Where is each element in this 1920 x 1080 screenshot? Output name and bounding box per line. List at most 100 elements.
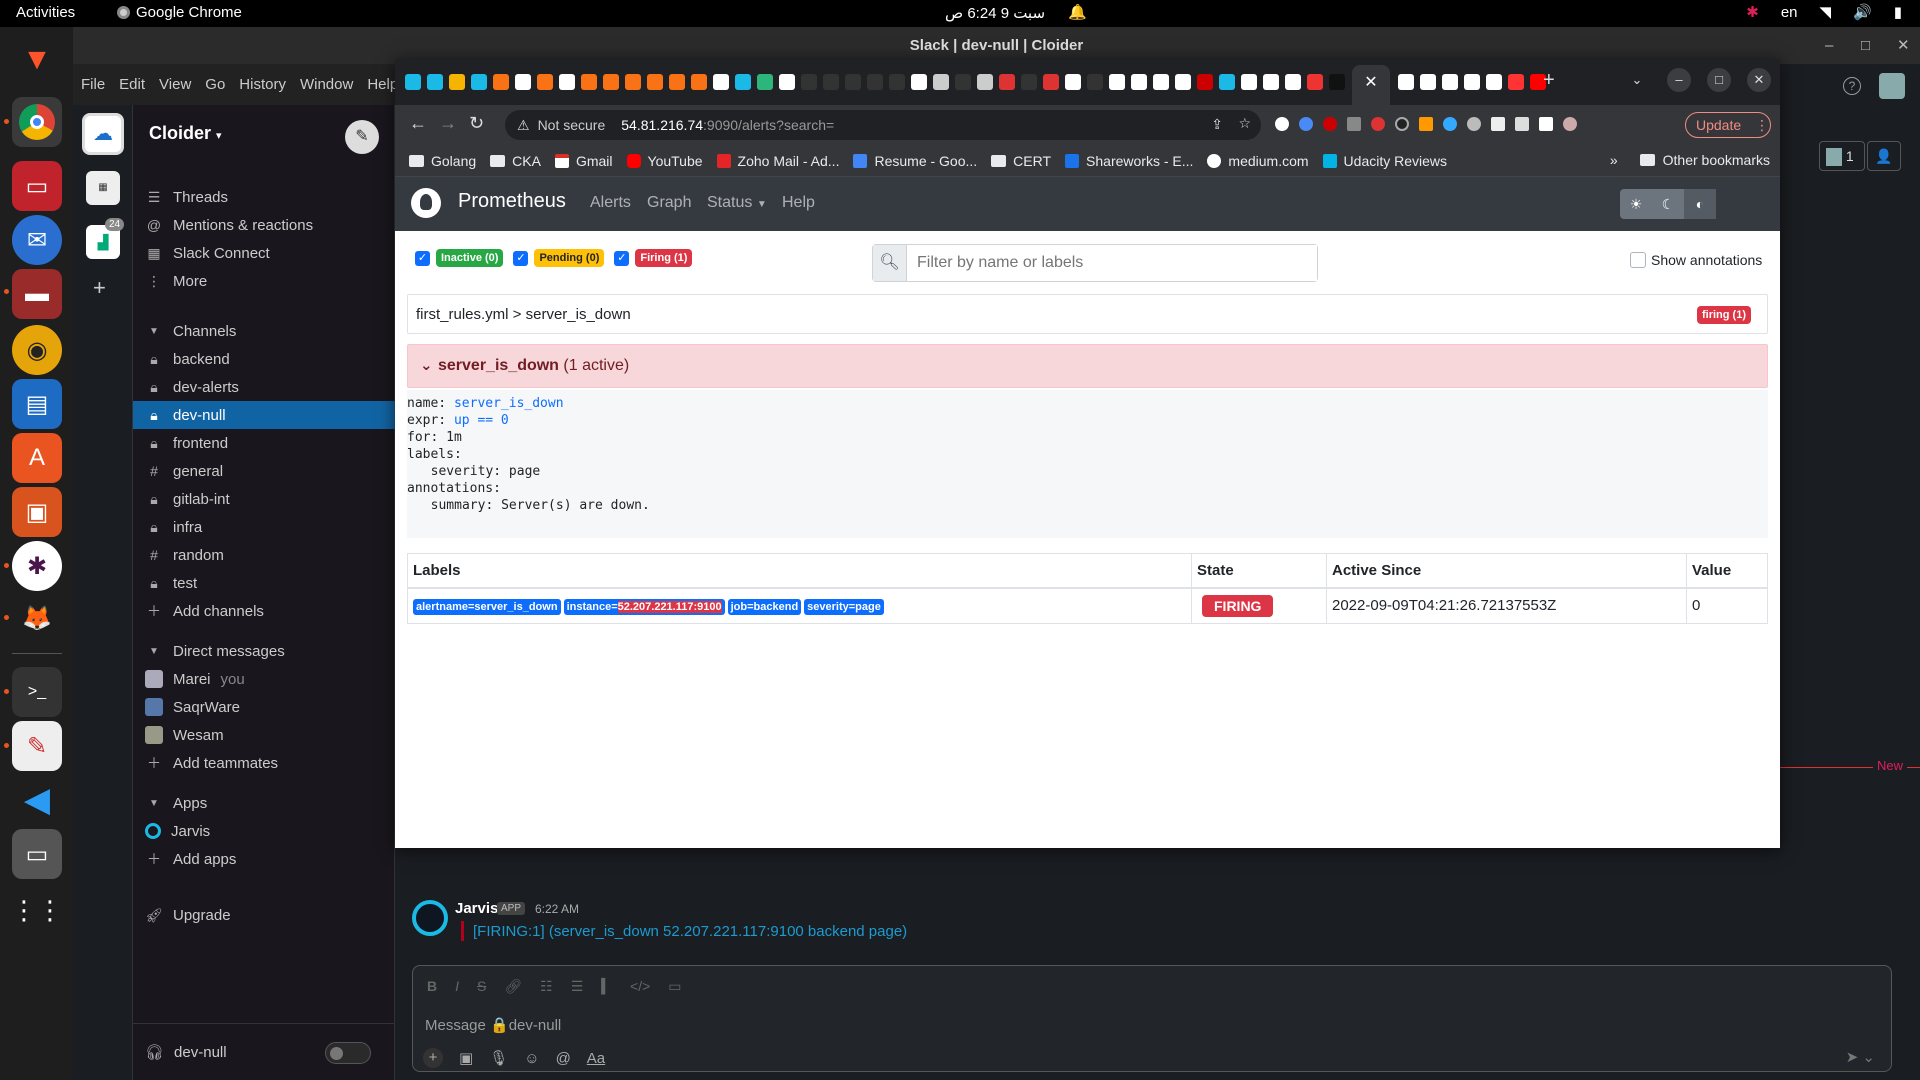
strike-icon[interactable]: S <box>477 978 486 995</box>
rhythmbox-icon[interactable]: ◉ <box>12 325 62 375</box>
bookmark-cert[interactable]: CERT <box>991 153 1051 169</box>
side-panel-icon[interactable] <box>1539 117 1553 131</box>
share-icon[interactable]: ⇪ <box>1211 116 1223 133</box>
puzzle-icon[interactable] <box>1491 117 1505 131</box>
nav-status[interactable]: Status ▼ <box>707 194 767 212</box>
minimize-button[interactable]: – <box>1667 68 1691 92</box>
sidebar-item-gitlab-int[interactable]: 🔒︎ gitlab-int <box>133 485 395 513</box>
bookmark-cka[interactable]: CKA <box>490 153 541 169</box>
sidebar-item-dev-alerts[interactable]: 🔒︎ dev-alerts <box>133 373 395 401</box>
alert-rule-header[interactable]: ⌄ server_is_down (1 active) <box>407 344 1768 388</box>
tab-favicon-icon[interactable] <box>405 74 421 90</box>
tab-favicon-icon[interactable] <box>427 74 443 90</box>
tab-favicon-icon[interactable] <box>1486 74 1502 90</box>
minimize-button[interactable]: – <box>1825 27 1833 64</box>
extension-icon[interactable] <box>1323 117 1337 131</box>
gimp-icon[interactable]: 🦊 <box>12 593 62 643</box>
rule-name-link[interactable]: server_is_down <box>454 396 564 411</box>
prometheus-brand[interactable]: Prometheus <box>458 190 566 213</box>
pending-badge[interactable]: Pending (0) <box>534 249 605 267</box>
show-apps-icon[interactable]: ⋮⋮ <box>11 885 63 935</box>
add-teammates-button[interactable]: ＋ Add teammates <box>133 749 395 777</box>
tab-favicon-icon[interactable] <box>1307 74 1323 90</box>
menu-edit[interactable]: Edit <box>119 76 145 93</box>
rule-expr-link[interactable]: up == 0 <box>454 413 509 428</box>
code-block-icon[interactable]: ▭ <box>668 978 681 995</box>
sidebar-item-test[interactable]: 🔒︎ test <box>133 569 395 597</box>
tab-favicon-icon[interactable] <box>889 74 905 90</box>
channels-section-header[interactable]: ▼ Channels <box>133 317 395 345</box>
reload-icon[interactable]: ↻ <box>469 113 484 134</box>
close-tab-icon[interactable]: ✕ <box>1364 74 1377 91</box>
dm-section-header[interactable]: ▼ Direct messages <box>133 637 395 665</box>
prometheus-logo-icon[interactable] <box>411 188 441 218</box>
tab-favicon-icon[interactable] <box>1398 74 1414 90</box>
tab-favicon-icon[interactable] <box>669 74 685 90</box>
tab-favicon-icon[interactable] <box>449 74 465 90</box>
software-center-icon[interactable]: A <box>12 433 62 483</box>
chrome-dock-icon[interactable] <box>12 97 62 147</box>
tab-favicon-icon[interactable] <box>647 74 663 90</box>
tab-favicon-icon[interactable] <box>493 74 509 90</box>
tab-favicon-icon[interactable] <box>1464 74 1480 90</box>
bookmark-youtube[interactable]: YouTube <box>626 153 703 169</box>
dm-item-saqrware[interactable]: SaqrWare <box>133 693 395 721</box>
extension-icon[interactable] <box>1419 117 1433 131</box>
tab-favicon-icon[interactable] <box>471 74 487 90</box>
tab-favicon-icon[interactable] <box>1131 74 1147 90</box>
keyboard-layout[interactable]: en <box>1781 4 1798 21</box>
slack-dock-icon[interactable]: ✱ <box>12 541 62 591</box>
workspace-cloider-icon[interactable]: ☁ <box>82 113 124 155</box>
format-toggle-icon[interactable]: Aa <box>587 1050 605 1067</box>
close-button[interactable]: ✕ <box>1897 27 1910 64</box>
tab-favicon-icon[interactable] <box>537 74 553 90</box>
close-button[interactable]: ✕ <box>1747 68 1771 92</box>
app-item-jarvis[interactable]: Jarvis <box>133 817 395 845</box>
dm-item-marei[interactable]: Marei you <box>133 665 395 693</box>
menu-view[interactable]: View <box>159 76 191 93</box>
show-annotations-checkbox[interactable] <box>1630 252 1646 268</box>
remote-desktop-icon[interactable]: ▭ <box>12 161 62 211</box>
mic-icon[interactable]: 🎙︎ <box>489 1049 508 1067</box>
system-tray[interactable]: ✱ en ◥ 🔊 ▮ <box>1746 3 1902 22</box>
menu-file[interactable]: File <box>81 76 105 93</box>
tab-favicon-icon[interactable] <box>933 74 949 90</box>
tab-favicon-icon[interactable] <box>977 74 993 90</box>
vscode-icon[interactable]: ◀ <box>12 775 62 825</box>
tab-favicon-icon[interactable] <box>779 74 795 90</box>
activities-button[interactable]: Activities <box>16 4 75 21</box>
slack-tray-icon[interactable]: ✱ <box>1746 3 1759 21</box>
tab-favicon-icon[interactable] <box>911 74 927 90</box>
extension-icon[interactable] <box>1395 117 1409 131</box>
message-author[interactable]: Jarvis <box>455 900 498 917</box>
add-apps-button[interactable]: ＋ Add apps <box>133 845 395 873</box>
search-input[interactable] <box>907 245 1317 281</box>
extension-icon[interactable] <box>1467 117 1481 131</box>
bookmark-shareworks[interactable]: Shareworks - E... <box>1065 153 1193 169</box>
tab-favicon-icon[interactable] <box>581 74 597 90</box>
tab-favicon-icon[interactable] <box>625 74 641 90</box>
bookmark-resume[interactable]: Resume - Goo... <box>853 153 977 169</box>
mention-icon[interactable]: @ <box>556 1050 571 1067</box>
tab-favicon-icon[interactable] <box>1420 74 1436 90</box>
profile-avatar[interactable] <box>1879 73 1905 99</box>
brave-icon[interactable]: ▼ <box>12 35 62 85</box>
jarvis-avatar[interactable] <box>412 900 448 936</box>
extension-icon[interactable] <box>1347 117 1361 131</box>
sidebar-item-more[interactable]: ⋮ More <box>133 267 395 295</box>
profile-avatar[interactable] <box>1563 117 1577 131</box>
compose-icon[interactable]: ✎ <box>345 120 379 154</box>
files-icon[interactable]: ▬ <box>12 269 62 319</box>
bookmark-zoho[interactable]: Zoho Mail - Ad... <box>716 153 839 169</box>
other-bookmarks[interactable]: » Other bookmarks <box>1610 152 1770 168</box>
writer-icon[interactable]: ▤ <box>12 379 62 429</box>
sidebar-item-infra[interactable]: 🔒︎ infra <box>133 513 395 541</box>
extension-icon[interactable] <box>1371 117 1385 131</box>
extension-icon[interactable] <box>1275 117 1289 131</box>
thunderbird-icon[interactable]: ✉ <box>12 215 62 265</box>
extension-icon[interactable] <box>1443 117 1457 131</box>
tab-favicon-icon[interactable] <box>1442 74 1458 90</box>
code-icon[interactable]: </> <box>630 978 650 995</box>
tab-favicon-icon[interactable] <box>559 74 575 90</box>
address-bar[interactable]: ⚠ Not secure 54.81.216.74:9090/alerts?se… <box>505 110 1261 140</box>
